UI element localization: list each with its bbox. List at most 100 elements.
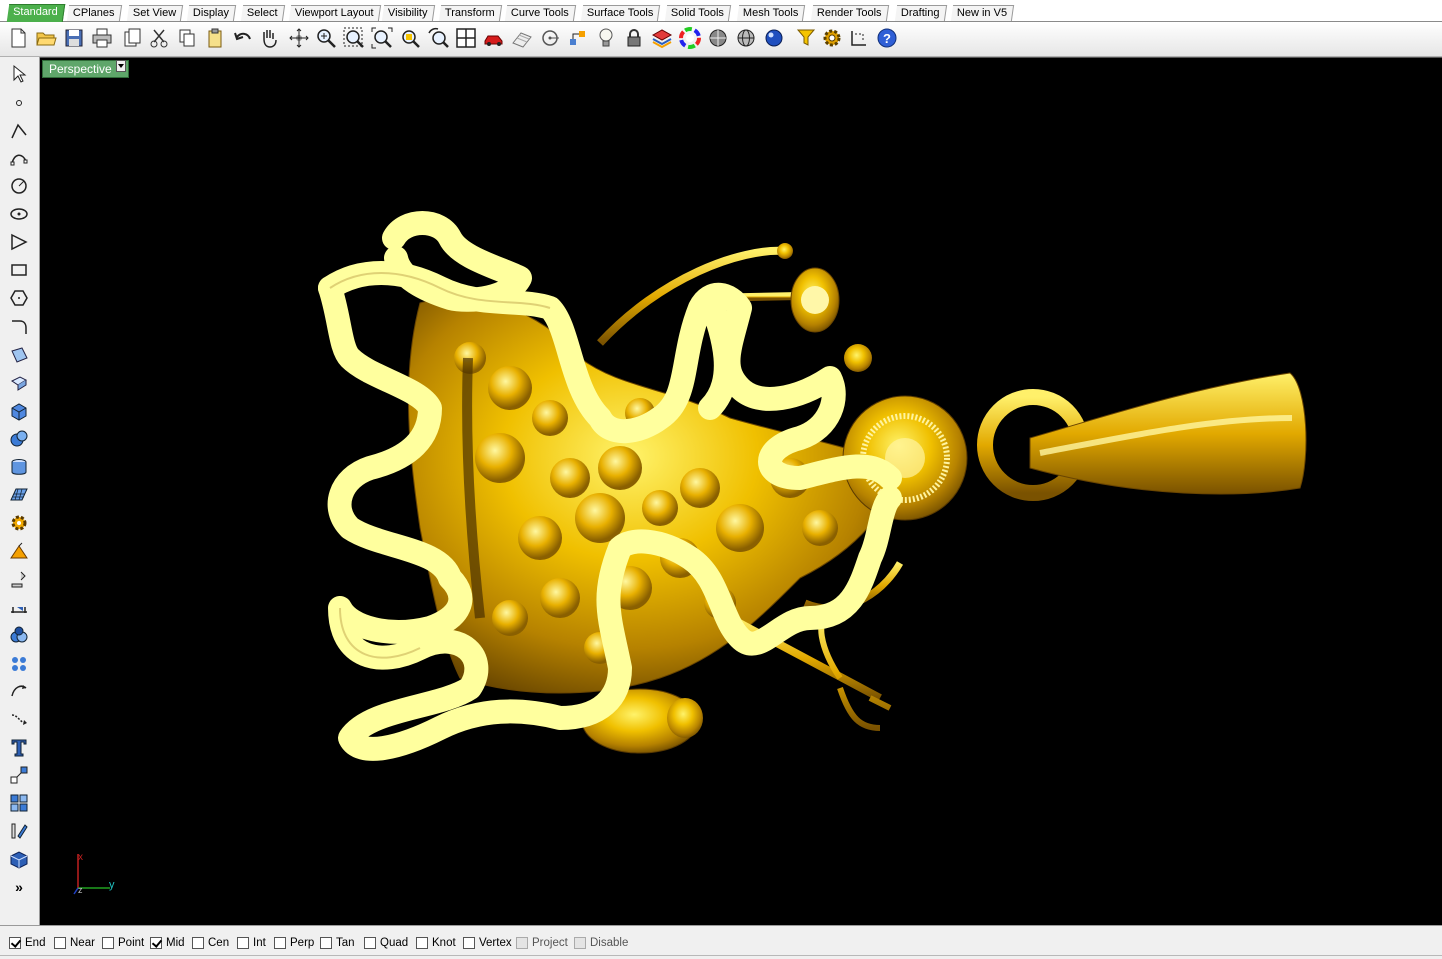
osnap-point[interactable]: Point <box>102 936 144 950</box>
shaded-sphere-icon[interactable] <box>705 25 731 51</box>
osnap-near[interactable]: Near <box>54 936 95 950</box>
curve-cv-icon[interactable] <box>6 147 32 171</box>
tab-solid-tools[interactable]: Solid Tools <box>664 5 732 21</box>
tab-transform[interactable]: Transform <box>438 5 502 21</box>
tab-set-view[interactable]: Set View <box>126 5 184 21</box>
osnap-end[interactable]: End <box>9 936 45 950</box>
lock-icon[interactable] <box>621 25 647 51</box>
zoom-dynamic-icon[interactable] <box>313 25 339 51</box>
osnap-end-checkbox[interactable] <box>9 937 21 949</box>
hexagon-icon[interactable] <box>6 286 32 310</box>
tab-drafting[interactable]: Drafting <box>894 5 947 21</box>
polyline-icon[interactable] <box>6 119 32 143</box>
cut-icon[interactable] <box>146 25 172 51</box>
wire-sphere-icon[interactable] <box>733 25 759 51</box>
osnap-vertex-checkbox[interactable] <box>463 937 475 949</box>
osnap-tan[interactable]: Tan <box>320 936 355 950</box>
tab-new-in-v5[interactable]: New in V5 <box>950 5 1015 21</box>
filter-icon[interactable] <box>793 25 819 51</box>
zoom-selected-icon[interactable] <box>397 25 423 51</box>
copy-icon[interactable] <box>174 25 200 51</box>
osnap-disable[interactable]: Disable <box>574 936 628 950</box>
light-spot-icon[interactable] <box>6 539 32 563</box>
tab-mesh-tools[interactable]: Mesh Tools <box>736 5 806 21</box>
options-gear-icon[interactable] <box>819 25 845 51</box>
more-tools-icon[interactable]: » <box>6 875 32 899</box>
blend-curve-icon[interactable] <box>6 707 32 731</box>
layer-icon[interactable] <box>649 25 675 51</box>
zoom-window-icon[interactable] <box>341 25 367 51</box>
osnap-perp-checkbox[interactable] <box>274 937 286 949</box>
render-sphere-icon[interactable] <box>761 25 787 51</box>
rotate-view-icon[interactable] <box>286 25 312 51</box>
osnap-near-checkbox[interactable] <box>54 937 66 949</box>
undo-icon[interactable] <box>230 25 256 51</box>
tab-display[interactable]: Display <box>186 5 237 21</box>
osnap-mid-checkbox[interactable] <box>150 937 162 949</box>
osnap-knot[interactable]: Knot <box>416 936 456 950</box>
osnap-project[interactable]: Project <box>516 936 568 950</box>
color-wheel-icon[interactable] <box>677 25 703 51</box>
clipboard-icon[interactable] <box>202 25 228 51</box>
print-icon[interactable] <box>89 25 115 51</box>
tab-curve-tools[interactable]: Curve Tools <box>504 5 577 21</box>
group-icon[interactable] <box>6 791 32 815</box>
osnap-tan-checkbox[interactable] <box>320 937 332 949</box>
tab-render-tools[interactable]: Render Tools <box>810 5 889 21</box>
circle-icon[interactable] <box>6 174 32 198</box>
box-icon[interactable] <box>6 399 32 423</box>
pan-hand-icon[interactable] <box>256 25 282 51</box>
array-icon[interactable] <box>6 651 32 675</box>
solid-union-icon[interactable] <box>6 427 32 451</box>
osnap-disable-checkbox[interactable] <box>574 937 586 949</box>
dimension-linear-icon[interactable] <box>6 595 32 619</box>
osnap-project-checkbox[interactable] <box>516 937 528 949</box>
osnap-quad-checkbox[interactable] <box>364 937 376 949</box>
cplane-icon[interactable] <box>565 25 591 51</box>
tab-viewport-layout[interactable]: Viewport Layout <box>288 5 381 21</box>
osnap-knot-checkbox[interactable] <box>416 937 428 949</box>
boolean-icon[interactable] <box>6 623 32 647</box>
transform-move-icon[interactable] <box>6 567 32 591</box>
ellipse-icon[interactable] <box>6 202 32 226</box>
tab-select[interactable]: Select <box>240 5 285 21</box>
extrude-icon[interactable] <box>6 371 32 395</box>
new-file-icon[interactable] <box>5 25 31 51</box>
mesh-cylinder-icon[interactable] <box>6 455 32 479</box>
osnap-cen[interactable]: Cen <box>192 936 229 950</box>
rectangle-icon[interactable] <box>6 258 32 282</box>
snap-circle-icon[interactable] <box>537 25 563 51</box>
open-folder-icon[interactable] <box>33 25 59 51</box>
save-icon[interactable] <box>61 25 87 51</box>
render-box-icon[interactable] <box>6 847 32 871</box>
tab-cplanes[interactable]: CPlanes <box>66 5 122 21</box>
osnap-cen-checkbox[interactable] <box>192 937 204 949</box>
mesh-plane-icon[interactable] <box>6 483 32 507</box>
help-icon[interactable]: ? <box>874 25 900 51</box>
point-icon[interactable] <box>6 91 32 115</box>
osnap-perp[interactable]: Perp <box>274 936 314 950</box>
paste-icon[interactable] <box>119 25 145 51</box>
osnap-int-checkbox[interactable] <box>237 937 249 949</box>
gold-pendant-model[interactable] <box>40 58 1442 925</box>
analyze-icon[interactable] <box>6 819 32 843</box>
osnap-mid[interactable]: Mid <box>150 936 185 950</box>
tab-standard[interactable]: Standard <box>6 4 65 22</box>
light-bulb-icon[interactable] <box>593 25 619 51</box>
undo-view-icon[interactable] <box>425 25 451 51</box>
osnap-vertex[interactable]: Vertex <box>463 936 512 950</box>
zoom-extents-icon[interactable] <box>369 25 395 51</box>
surface-icon[interactable] <box>6 343 32 367</box>
perspective-viewport[interactable]: Perspective x y z <box>40 57 1442 925</box>
tab-surface-tools[interactable]: Surface Tools <box>580 5 661 21</box>
osnap-point-checkbox[interactable] <box>102 937 114 949</box>
osnap-quad[interactable]: Quad <box>364 936 408 950</box>
grid-options-icon[interactable] <box>509 25 535 51</box>
scale-icon[interactable] <box>6 763 32 787</box>
tab-visibility[interactable]: Visibility <box>381 5 435 21</box>
curve-from-surface-icon[interactable] <box>6 679 32 703</box>
car-render-icon[interactable] <box>481 25 507 51</box>
dimension-icon[interactable] <box>847 25 873 51</box>
select-arrow-icon[interactable] <box>6 62 32 86</box>
polygon-icon[interactable] <box>6 230 32 254</box>
